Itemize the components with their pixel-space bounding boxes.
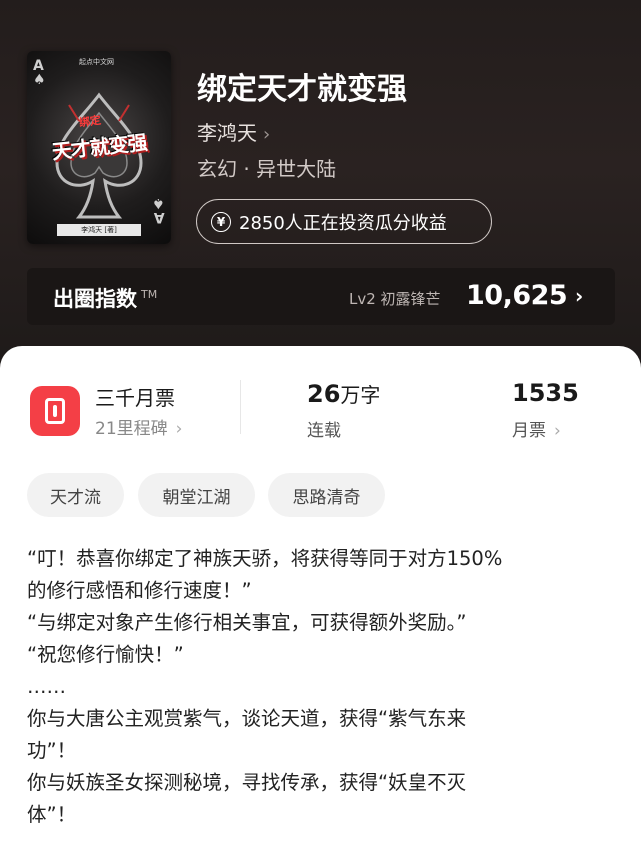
monthly-ticket-count: 1535 — [512, 379, 579, 407]
index-label: 出圈指数 TM — [53, 287, 158, 311]
cover-ace-mark-bottom: A ♠ — [152, 195, 165, 225]
cover-ace-mark: A ♠ — [33, 58, 46, 88]
invest-button[interactable]: ¥ 2850人正在投资瓜分收益 — [196, 199, 492, 244]
synopsis-line: “祝您修行愉快！” — [27, 643, 184, 666]
book-title: 绑定天才就变强 — [197, 72, 407, 107]
book-cover[interactable]: 起点中文网 A ♠ 绑定 天才就变强 A ♠ 李鸿天 [著] — [27, 51, 171, 244]
author-link[interactable]: 李鸿天 › — [197, 117, 270, 146]
chevron-right-icon: › — [175, 419, 183, 439]
yen-coin-icon: ¥ — [211, 211, 231, 232]
popularity-index-bar[interactable]: 出圈指数 TM Lv2 初露锋芒 10,625 › — [27, 268, 615, 325]
synopsis-line: “叮！恭喜你绑定了神族天骄，将获得等同于对方150% — [27, 547, 503, 570]
tag-chip[interactable]: 思路清奇 — [268, 473, 385, 517]
milestone-link[interactable]: 21里程碑 › — [95, 414, 182, 439]
invest-label: 2850人正在投资瓜分收益 — [239, 212, 447, 234]
trademark-mark: TM — [141, 288, 158, 301]
word-count: 26万字 — [307, 380, 381, 408]
serial-status: 连载 — [307, 421, 341, 441]
book-synopsis[interactable]: “叮！恭喜你绑定了神族天骄，将获得等同于对方150% 的修行感悟和修行速度！” … — [27, 543, 627, 831]
monthly-ticket-icon — [30, 386, 80, 436]
cover-author-tag: 李鸿天 [著] — [57, 224, 141, 236]
tag-chip[interactable]: 天才流 — [27, 473, 124, 517]
tag-chip[interactable]: 朝堂江湖 — [138, 473, 255, 517]
cover-title-small: 绑定 — [78, 113, 102, 130]
synopsis-line: 你与大唐公主观赏紫气，谈论天道，获得“紫气东来 — [27, 707, 467, 730]
monthly-ticket-link[interactable]: 月票 › — [512, 416, 561, 441]
book-header: 起点中文网 A ♠ 绑定 天才就变强 A ♠ 李鸿天 [著] 绑定天才就变强 李鸿天… — [0, 0, 641, 370]
chevron-right-icon: › — [575, 284, 584, 308]
synopsis-line: 体”！ — [27, 803, 77, 826]
synopsis-line: “与绑定对象产生修行相关事宜，可获得额外奖励。” — [27, 611, 467, 634]
index-value: 10,625 — [466, 280, 568, 311]
synopsis-line: 的修行感悟和修行速度！” — [27, 579, 252, 602]
tickets-milestone-label: 三千月票 — [95, 386, 175, 410]
synopsis-line: 你与妖族圣女探测秘境，寻找传承，获得“妖皇不灭 — [27, 771, 467, 794]
index-level: Lv2 初露锋芒 — [349, 290, 441, 308]
synopsis-line: …… — [27, 675, 66, 698]
synopsis-line: 功”！ — [27, 739, 77, 762]
cover-publisher-badge: 起点中文网 — [79, 58, 114, 66]
author-name: 李鸿天 — [197, 121, 257, 145]
chevron-right-icon: › — [263, 124, 271, 145]
stats-divider — [240, 380, 241, 434]
chevron-right-icon: › — [554, 421, 561, 441]
book-genre[interactable]: 玄幻 · 异世大陆 — [197, 153, 336, 182]
